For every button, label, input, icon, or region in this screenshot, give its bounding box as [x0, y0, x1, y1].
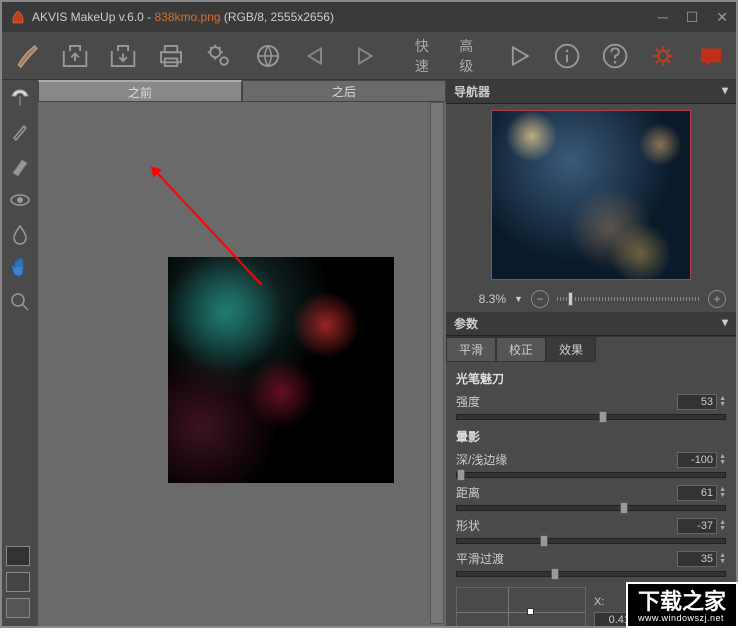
- section-vignette: 暈影: [456, 426, 726, 445]
- close-button[interactable]: ✕: [716, 9, 728, 26]
- edge-slider[interactable]: [456, 472, 726, 478]
- mode-quick[interactable]: 快速: [415, 36, 441, 76]
- droplet-icon[interactable]: [8, 222, 32, 246]
- help-icon[interactable]: [600, 40, 630, 72]
- param-tab-smooth[interactable]: 平滑: [446, 337, 496, 362]
- swatch-1[interactable]: [6, 546, 30, 566]
- print-icon[interactable]: [156, 40, 186, 72]
- shape-value[interactable]: -37: [677, 518, 717, 534]
- swatch-2[interactable]: [6, 572, 30, 592]
- edge-value[interactable]: -100: [677, 452, 717, 468]
- tab-before[interactable]: 之前: [38, 80, 242, 102]
- collapse-icon[interactable]: ▾: [722, 315, 728, 332]
- large-brush-icon[interactable]: [8, 154, 32, 178]
- right-panel: 导航器▾ 8.3% ▼ − + 参数▾ 平滑 校正 效果 光笔魅刀: [446, 80, 736, 626]
- selection-tool-icon[interactable]: [8, 86, 32, 110]
- zoom-dropdown-icon[interactable]: ▼: [514, 294, 523, 304]
- slider-shape: 形状 -37▲▼: [456, 517, 726, 544]
- zoom-controls: 8.3% ▼ − +: [446, 286, 736, 312]
- strength-slider[interactable]: [456, 414, 726, 420]
- zoom-slider[interactable]: [557, 297, 700, 301]
- window-title: AKVIS MakeUp v.6.0 - 838kmo.png (RGB/8, …: [32, 10, 658, 24]
- settings-gears-icon[interactable]: [204, 40, 234, 72]
- shape-slider[interactable]: [456, 538, 726, 544]
- smoothtrans-value[interactable]: 35: [677, 551, 717, 567]
- share-publish-icon[interactable]: [253, 40, 283, 72]
- distance-slider[interactable]: [456, 505, 726, 511]
- swatch-3[interactable]: [6, 598, 30, 618]
- title-bar: AKVIS MakeUp v.6.0 - 838kmo.png (RGB/8, …: [2, 2, 736, 32]
- save-file-icon[interactable]: [108, 40, 138, 72]
- smoothtrans-slider[interactable]: [456, 571, 726, 577]
- section-glamour: 光笔魅刀: [456, 368, 726, 387]
- param-tab-correct[interactable]: 校正: [496, 337, 546, 362]
- notification-icon[interactable]: [696, 40, 726, 72]
- small-brush-icon[interactable]: [8, 120, 32, 144]
- slider-smoothtrans: 平滑过渡 35▲▼: [456, 550, 726, 577]
- slider-strength: 强度 53▲▼: [456, 393, 726, 420]
- watermark: 下载之家 www.windowszj.net: [626, 582, 738, 628]
- left-toolbox: [2, 80, 38, 626]
- params-header: 参数▾: [446, 312, 736, 336]
- eye-preview-icon[interactable]: [8, 188, 32, 212]
- tab-after[interactable]: 之后: [242, 80, 446, 102]
- distance-value[interactable]: 61: [677, 485, 717, 501]
- position-handle[interactable]: [527, 608, 534, 615]
- open-file-icon[interactable]: [60, 40, 90, 72]
- canvas-area: 之前 之后: [38, 80, 446, 626]
- info-icon[interactable]: [552, 40, 582, 72]
- undo-arrow-icon[interactable]: [301, 40, 331, 72]
- zoom-in-button[interactable]: +: [708, 290, 726, 308]
- zoom-percent: 8.3%: [456, 292, 506, 306]
- slider-edge: 深/浅边缘 -100▲▼: [456, 451, 726, 478]
- navigator-header: 导航器▾: [446, 80, 736, 104]
- spin-down[interactable]: ▼: [719, 402, 726, 408]
- main-toolbar: 快速 高级: [2, 32, 736, 80]
- preferences-gear-icon[interactable]: [648, 40, 678, 72]
- run-play-icon[interactable]: [504, 40, 534, 72]
- navigator-thumbnail[interactable]: [491, 110, 691, 280]
- app-logo-icon: [10, 9, 26, 25]
- canvas-viewport[interactable]: [38, 102, 446, 626]
- strength-value[interactable]: 53: [677, 394, 717, 410]
- slider-distance: 距离 61▲▼: [456, 484, 726, 511]
- swatch-panel: [6, 546, 30, 618]
- zoom-magnifier-icon[interactable]: [8, 290, 32, 314]
- position-grid[interactable]: [456, 587, 586, 626]
- brush-tool-icon[interactable]: [12, 40, 42, 72]
- vertical-scrollbar[interactable]: [430, 102, 444, 624]
- mode-advanced[interactable]: 高级: [459, 36, 485, 76]
- zoom-out-button[interactable]: −: [531, 290, 549, 308]
- param-tab-effect[interactable]: 效果: [546, 337, 596, 362]
- maximize-button[interactable]: ☐: [686, 9, 699, 26]
- hand-pan-icon[interactable]: [8, 256, 32, 280]
- redo-arrow-icon[interactable]: [349, 40, 379, 72]
- minimize-button[interactable]: ─: [658, 9, 668, 26]
- canvas-image: [168, 257, 394, 483]
- collapse-icon[interactable]: ▾: [722, 83, 728, 100]
